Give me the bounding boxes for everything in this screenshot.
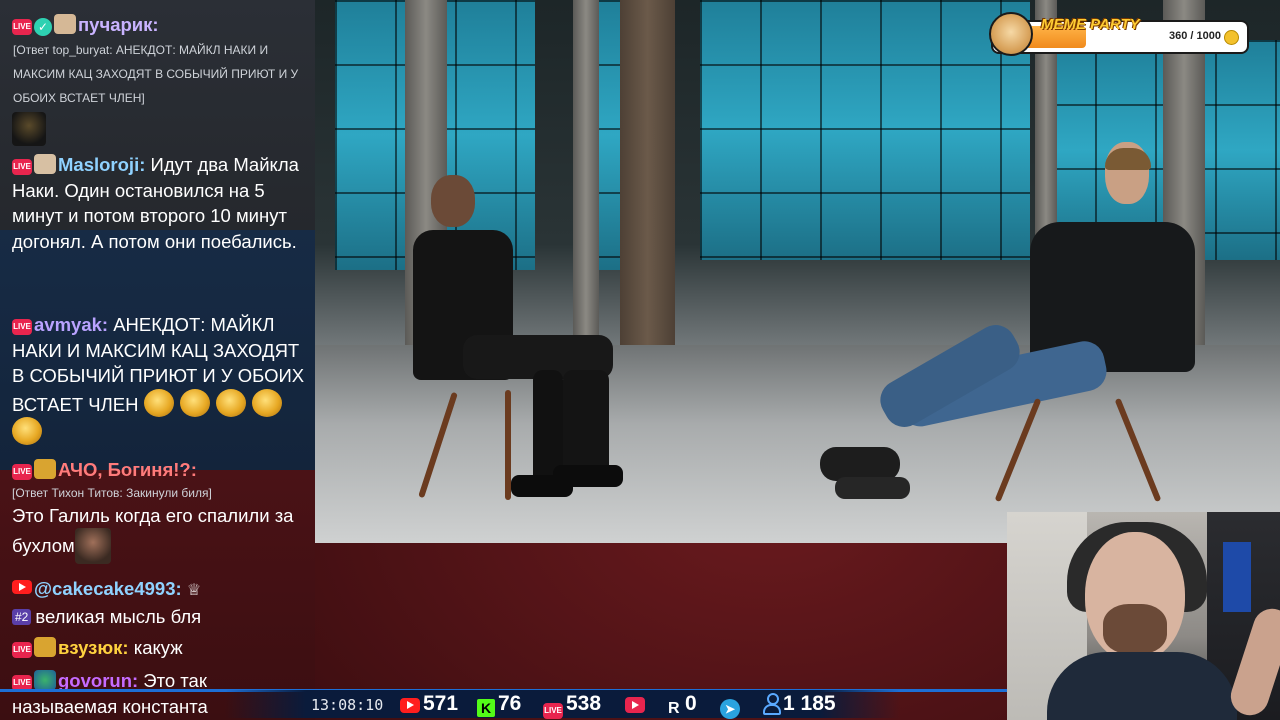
chat-text: какуж [133, 637, 183, 658]
rank-badge: #2 [12, 608, 32, 625]
chat-nick[interactable]: avmyak: [34, 314, 108, 335]
user-badge-icon [34, 637, 56, 657]
user-icon [762, 693, 781, 715]
chat-panel: LIVE ✓ пучарик: [Ответ top_buryat: АНЕКДОТ… [0, 0, 315, 720]
chat-message: @cakecake4993: ♕ #2 великая мысль бля [12, 576, 308, 629]
kick-viewers: K 76 [477, 692, 521, 717]
emote-image [74, 528, 111, 565]
chat-nick[interactable]: АЧО, Богиня!?: [58, 459, 197, 480]
rutube-viewers: R0 [668, 692, 697, 718]
chat-message: LIVE взузюк: какуж [12, 635, 308, 661]
emote-image [12, 111, 46, 146]
chat-reply: [Ответ Тихон Титов: Закинули биля] [12, 485, 212, 500]
chat-nick[interactable]: govorun: [58, 670, 138, 691]
doge-icon [989, 12, 1033, 56]
emote-icon [143, 388, 174, 417]
coin-icon [1224, 30, 1239, 45]
chat-nick[interactable]: взузюк: [58, 637, 129, 658]
stream-clock: 13:08:10 [311, 696, 384, 714]
chat-nick[interactable]: @cakecake4993: [34, 578, 182, 599]
total-viewers: 1 185 [762, 692, 836, 716]
youtube-count: 571 [423, 692, 459, 715]
rutube-count: 0 [685, 692, 697, 715]
live-icon: LIVE [543, 703, 563, 719]
streamer-webcam [1007, 512, 1280, 720]
user-badge-icon [54, 14, 76, 34]
emote-icon [179, 388, 210, 417]
chat-nick[interactable]: пучарик: [78, 14, 159, 35]
chair-leg [505, 390, 511, 500]
live-badge-icon: LIVE [12, 642, 32, 658]
total-count: 1 185 [783, 692, 836, 715]
user-badge-icon [34, 670, 56, 690]
chat-text: великая мысль бля [35, 605, 202, 627]
video-feed [315, 0, 1280, 543]
user-badge-icon [34, 459, 56, 479]
twitch-stream [625, 692, 648, 716]
emote-icon [215, 388, 246, 417]
youtube-viewers: 571 [400, 692, 458, 716]
chat-message: LIVE Masloroji: Идут два Майкла Наки. Оди… [12, 152, 308, 254]
meme-party-value: 360 / 1000 [1169, 30, 1221, 42]
youtube-badge-icon [12, 580, 32, 594]
live-viewers: LIVE 538 [543, 692, 601, 719]
meme-party-progress: MEME PARTY 360 / 1000 [989, 12, 1247, 56]
chat-message: LIVE avmyak: АНЕКДОТ: МАЙКЛ НАКИ И МАКСИМ… [12, 312, 308, 446]
rutube-icon: R [668, 700, 680, 717]
kick-count: 76 [498, 692, 522, 715]
crown-icon: ♕ [186, 582, 202, 599]
user-badge-icon [34, 154, 56, 174]
live-badge-icon: LIVE [12, 19, 32, 35]
chat-message: LIVE АЧО, Богиня!?: [Ответ Тихон Титов: З… [12, 457, 308, 565]
youtube-icon [400, 698, 420, 713]
chat-reply: [Ответ top_buryat: АНЕКДОТ: МАЙКЛ НАКИ И… [13, 42, 299, 105]
meme-party-title: MEME PARTY [1041, 16, 1140, 33]
kick-icon: K [477, 699, 495, 717]
telegram-icon: ➤ [720, 699, 740, 719]
verified-icon: ✓ [34, 18, 52, 36]
live-badge-icon: LIVE [12, 464, 32, 480]
emote-icon [12, 417, 42, 446]
emote-icon [251, 388, 282, 417]
chat-text: Это Галиль когда его спалили за бухлом [12, 504, 294, 557]
chat-nick[interactable]: Masloroji: [58, 154, 145, 175]
live-count: 538 [566, 692, 602, 715]
live-badge-icon: LIVE [12, 159, 32, 175]
live-badge-icon: LIVE [12, 319, 32, 335]
telegram-link: ➤ [720, 692, 743, 719]
play-icon [625, 697, 645, 713]
host-left [403, 175, 633, 510]
chat-message: LIVE ✓ пучарик: [Ответ top_buryat: АНЕКДОТ… [12, 12, 308, 152]
